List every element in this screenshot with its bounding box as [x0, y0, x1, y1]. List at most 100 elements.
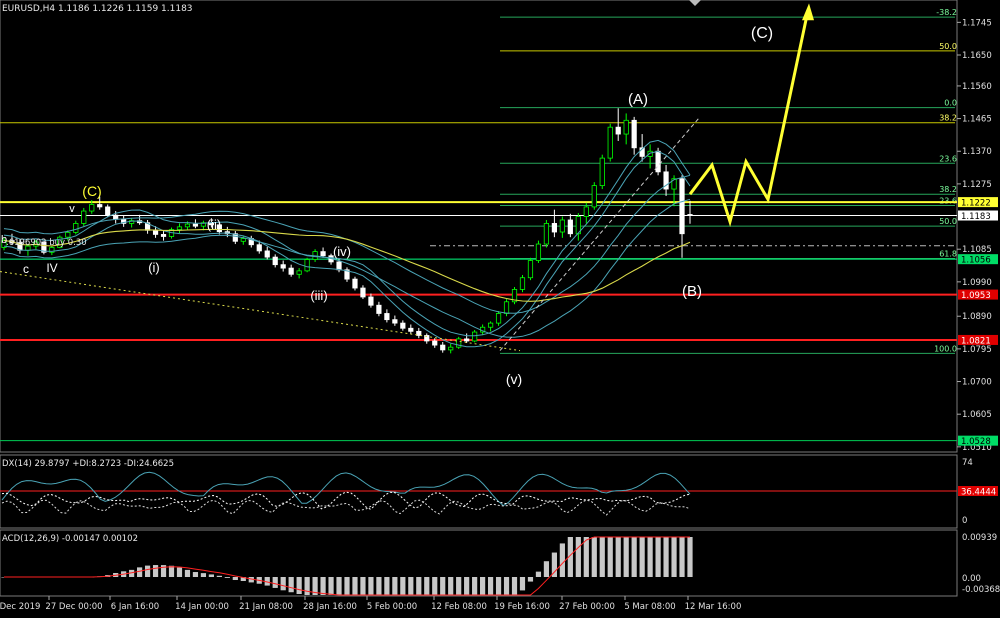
macd-histogram-bar — [192, 572, 199, 577]
fib-level-label: 61.8 — [939, 249, 957, 258]
trading-chart[interactable]: 1.1745 1.1650 1.1560 1.1465 1.1370 1.1275 1.10… — [0, 0, 1000, 614]
macd-histogram-bar — [527, 577, 534, 582]
price-tick-label: 1.1085 — [962, 245, 992, 255]
time-axis-label: 12 Feb 08:00 — [431, 602, 487, 612]
macd-histogram-bar — [607, 537, 613, 577]
candle-body — [184, 223, 191, 228]
wave-label: (B) — [682, 283, 702, 300]
macd-histogram-bar — [464, 577, 470, 595]
candle-body — [81, 210, 87, 224]
symbol-header: EURUSD,H4 1.1186 1.1226 1.1159 1.1183 — [2, 4, 193, 14]
fib-level-label: 23.6 — [939, 197, 957, 206]
macd-histogram-bar — [416, 577, 422, 595]
time-axis-label: 6 Jan 16:00 — [111, 602, 159, 612]
fib-level-label: 50.0 — [939, 42, 957, 51]
macd-histogram-bar — [663, 537, 669, 577]
candle-body — [176, 226, 183, 231]
chart-svg[interactable]: 1.1745 1.1650 1.1560 1.1465 1.1370 1.1275 1.10… — [0, 0, 1000, 614]
price-tick-label: 1.1465 — [962, 115, 992, 125]
candle-body — [89, 204, 95, 212]
macd-histogram-bar — [639, 537, 645, 577]
adx-level-label: 36.4444 — [961, 488, 996, 498]
price-badge-label: 1.1056 — [961, 256, 991, 266]
macd-histogram-bar — [440, 577, 446, 595]
candle-body — [288, 267, 294, 275]
candle-body — [296, 270, 302, 275]
candle-body — [65, 231, 71, 238]
macd-histogram-bar — [543, 561, 550, 577]
candle-body — [280, 264, 286, 269]
macd-histogram-bar — [408, 577, 414, 595]
macd-histogram-bar — [320, 577, 326, 595]
fib-level-label: 100.0 — [934, 344, 957, 353]
macd-histogram-bar — [328, 577, 334, 595]
candle-body — [352, 278, 358, 289]
wave-label: (C) — [82, 183, 101, 199]
macd-histogram-bar — [336, 577, 342, 595]
price-badge-label: 1.0528 — [961, 437, 991, 447]
macd-histogram-bar — [679, 537, 685, 577]
adx-tick-label: 74 — [962, 458, 973, 468]
macd-histogram-bar — [456, 577, 462, 595]
time-axis-label: 5 Feb 00:00 — [367, 602, 417, 612]
moving-average-line — [3, 228, 691, 302]
channel-dashed-line — [499, 116, 701, 351]
candle-body — [559, 219, 565, 233]
time-axis-label: 14 Jan 00:00 — [175, 602, 229, 612]
price-tick-label: 1.0605 — [962, 410, 992, 420]
macd-histogram-bar — [583, 537, 589, 577]
macd-histogram-bar — [631, 537, 637, 577]
price-tick-label: 1.1560 — [962, 82, 992, 92]
adx-title: DX(14) 29.8797 +DI:8.2723 -DI:24.6625 — [2, 459, 174, 469]
macd-histogram-bar — [495, 577, 502, 595]
macd-histogram-bar — [224, 577, 230, 578]
candle-body — [392, 319, 398, 324]
candle-body — [607, 126, 613, 159]
wave-label: (ii) — [207, 217, 221, 232]
price-tick-label: 1.1745 — [962, 18, 992, 28]
candle-body — [687, 214, 693, 216]
macd-histogram-bar — [137, 567, 143, 577]
macd-histogram-bar — [144, 565, 151, 577]
macd-histogram-bar — [671, 537, 677, 577]
candle-body — [384, 313, 390, 321]
candle-body — [368, 296, 374, 306]
candle-body — [376, 304, 382, 314]
macd-histogram-bar — [384, 577, 390, 595]
candle-body — [456, 338, 462, 348]
candle-body — [97, 204, 103, 208]
projection-path — [688, 9, 810, 228]
fib-level-label: 0.0 — [944, 99, 957, 108]
macd-tick-label: 0.00939 — [962, 533, 997, 543]
envelope-upper — [3, 139, 691, 337]
macd-histogram-bar — [503, 577, 510, 595]
candle-body — [416, 330, 422, 336]
adx-tick-label: 0 — [962, 516, 967, 526]
wave-label: (iii) — [310, 288, 327, 303]
wave-label: (iv) — [333, 244, 351, 259]
candle-body — [272, 256, 278, 266]
candle-body — [679, 178, 685, 235]
macd-title: ACD(12,26,9) -0.00147 0.00102 — [2, 534, 138, 544]
macd-histogram-bar — [352, 577, 358, 595]
fib-level-label: -38.2 — [936, 8, 957, 17]
time-axis-label: 27 Dec 00:00 — [45, 602, 102, 612]
macd-histogram-bar — [400, 577, 406, 595]
wave-label: v — [69, 203, 75, 215]
candle-body — [360, 287, 366, 298]
macd-histogram-bar — [232, 577, 238, 581]
candle-body — [113, 214, 119, 220]
macd-histogram-bar — [152, 565, 159, 577]
macd-histogram-bar — [591, 537, 597, 577]
time-axis-label: 27 Feb 00:00 — [559, 602, 615, 612]
macd-histogram-bar — [272, 577, 278, 588]
scroll-marker[interactable] — [689, 0, 701, 6]
macd-histogram-bar — [575, 537, 581, 577]
wave-label: (v) — [506, 371, 522, 387]
candle-body — [583, 206, 589, 217]
candle-body — [264, 250, 270, 258]
macd-histogram-bar — [432, 577, 438, 595]
macd-panel-frame — [0, 529, 958, 597]
candle-body — [336, 261, 342, 271]
candle-body — [487, 322, 494, 328]
